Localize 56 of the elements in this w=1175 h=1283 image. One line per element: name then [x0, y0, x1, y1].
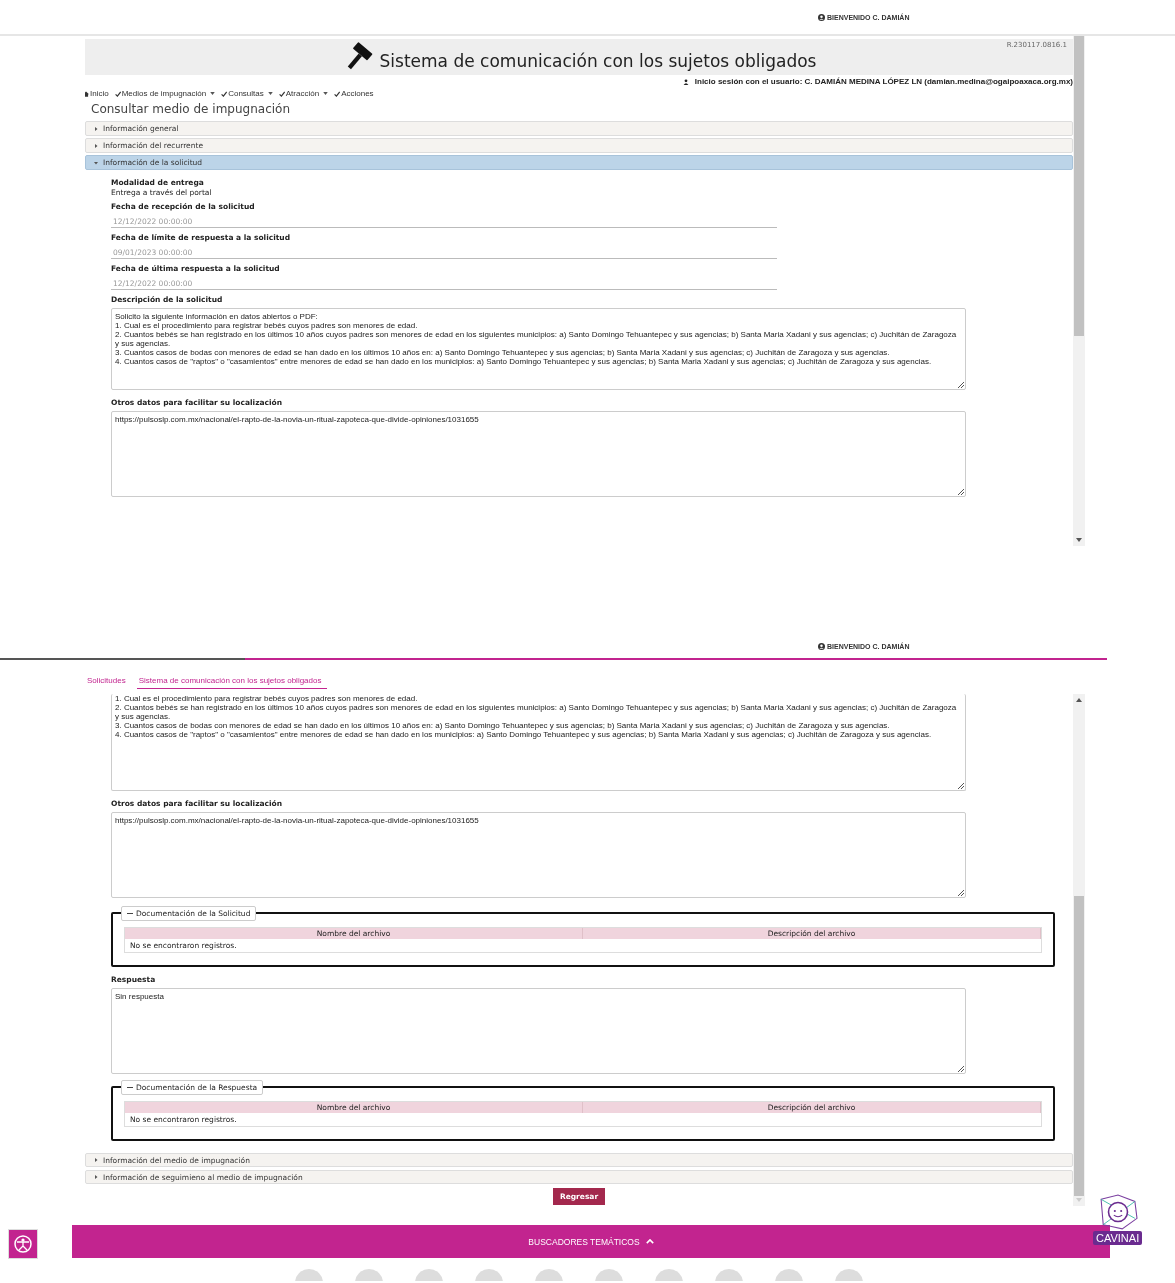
text-line: 1. Cual es el procedimiento para registrar bebés cuyos padres son menores de edad. [115, 694, 418, 703]
caret-icon [94, 126, 98, 131]
login-info-text: Inicio sesión con el usuario: C. DAMIÁN MEDINA LÓPEZ LN (damian.medina@ogaipoaxaca.org.mx) [682, 76, 1073, 87]
nav-menu-item[interactable]: Acciones [334, 89, 374, 98]
user-icon [682, 78, 689, 85]
resize-grip-icon [958, 382, 964, 388]
text-line: 2. Cuantos bebés se han registrado en los últimos 10 años cuyos padres son menores de edad en los siguientes municipios: a) Santo Domingo Tehuantepec y sus agencias; b) Santa Maria Xadani y sus agencias; c) Juchitán de Zaragoza y sus agencias. [115, 703, 958, 721]
caret-icon [94, 1158, 98, 1162]
check-icon [114, 90, 121, 97]
nav-menu-item[interactable]: Consultas [221, 89, 273, 98]
text-area[interactable] [111, 308, 966, 390]
resize-grip-icon [958, 489, 964, 495]
chevron-up-icon [645, 1239, 654, 1244]
minus-icon [127, 1086, 133, 1089]
check-icon [278, 90, 285, 97]
resize-grip-icon [958, 1066, 964, 1072]
text-line: Solicito la siguiente información en datos abiertos o PDF: [115, 312, 318, 321]
user-circle-icon [818, 642, 825, 650]
text-area[interactable]: https://pulsoslp.com.mx/nacional/el-rapto-de-la-novia-un-ritual-zapoteca-que-divide-opiniones/1031655 [111, 411, 966, 497]
text-line: 3. Cuantos casos de bodas con menores de edad se han dado en los últimos 10 años en: a) Santo Domingo Tehuantepec y sus agencias; b) Santa Maria Xadani y sus agencias; c) Juchitán de Zaragoza y sus agencias. [115, 721, 890, 730]
text-line: https://pulsoslp.com.mx/nacional/el-rapto-de-la-novia-un-ritual-zapoteca-que-divide-opiniones/1031655 [115, 415, 479, 424]
text-line: 1. Cual es el procedimiento para registrar bebés cuyos padres son menores de edad. [115, 321, 418, 330]
text-line: 2. Cuantos bebés se han registrado en los últimos 10 años cuyos padres son menores de edad en los siguientes municipios: a) Santo Domingo Tehuantepec y sus agencias; b) Santa Maria Xadani y sus agencias; c) Juchitán de Zaragoza y sus agencias. [115, 330, 958, 348]
resize-grip-icon [958, 783, 964, 789]
scrollbar-thumb[interactable] [1074, 896, 1084, 1196]
text-area[interactable]: https://pulsoslp.com.mx/nacional/el-rapto-de-la-novia-un-ritual-zapoteca-que-divide-opiniones/1031655 [111, 812, 966, 898]
caret-icon [94, 1175, 98, 1179]
nav-menu-item[interactable]: Medios de impugnación [114, 89, 216, 98]
down-arrow-icon[interactable] [1076, 538, 1082, 542]
logo-text: CAVINAI [1093, 1231, 1143, 1245]
check-icon [221, 90, 228, 97]
scrollbar[interactable] [1073, 36, 1085, 546]
text-area[interactable] [111, 694, 966, 791]
resize-grip-icon [958, 890, 964, 896]
caret-icon [94, 143, 98, 148]
scrollbar-thumb[interactable] [1074, 36, 1084, 336]
nav-menu-item[interactable]: Inicio [85, 89, 109, 98]
text-line: 4. Cuantos casos de "raptos" o "casamientos" entre menores de edad se han dado en los municipios: a) Santo Domingo Tehuantepec y sus agencias; b) Santa Maria Xadani y sus agencias; c) Juchitán de Zaragoza y sus agencias. [115, 730, 932, 739]
tab[interactable]: Sistema de comunicación con los sujetos obligados [136, 673, 328, 689]
check-icon [334, 90, 341, 97]
text-line: Sin respuesta [115, 992, 164, 1001]
up-arrow-icon[interactable] [1076, 698, 1082, 702]
accessibility-icon [13, 1234, 33, 1254]
tab[interactable]: Solicitudes [87, 674, 130, 688]
user-circle-icon [818, 13, 825, 21]
accessibility-button[interactable] [8, 1229, 38, 1259]
text-line: 3. Cuantos casos de bodas con menores de edad se han dado en los últimos 10 años en: a) Santo Domingo Tehuantepec y sus agencias; b) Santa Maria Xadani y sus agencias; c) Juchitán de Zaragoza y sus agencias. [115, 348, 890, 357]
scrollbar[interactable] [1073, 694, 1085, 1206]
text-area[interactable]: Sin respuesta [111, 988, 966, 1074]
home-icon [85, 90, 89, 97]
system-title: Sistema de comunicación con los sujetos obligados [379, 51, 817, 71]
text-line: https://pulsoslp.com.mx/nacional/el-rapto-de-la-novia-un-ritual-zapoteca-que-divide-opiniones/1031655 [115, 816, 479, 825]
nav-menu-item[interactable]: Atracción [278, 89, 329, 98]
minus-icon [127, 912, 133, 915]
text-line: 4. Cuantos casos de "raptos" o "casamientos" entre menores de edad se han dado en los municipios: a) Santo Domingo Tehuantepec y sus agencias; b) Santa Maria Xadani y sus agencias; c) Juchitán de Zaragoza y sus agencias. [115, 357, 932, 366]
page-title: Consultar medio de impugnación [91, 102, 292, 116]
